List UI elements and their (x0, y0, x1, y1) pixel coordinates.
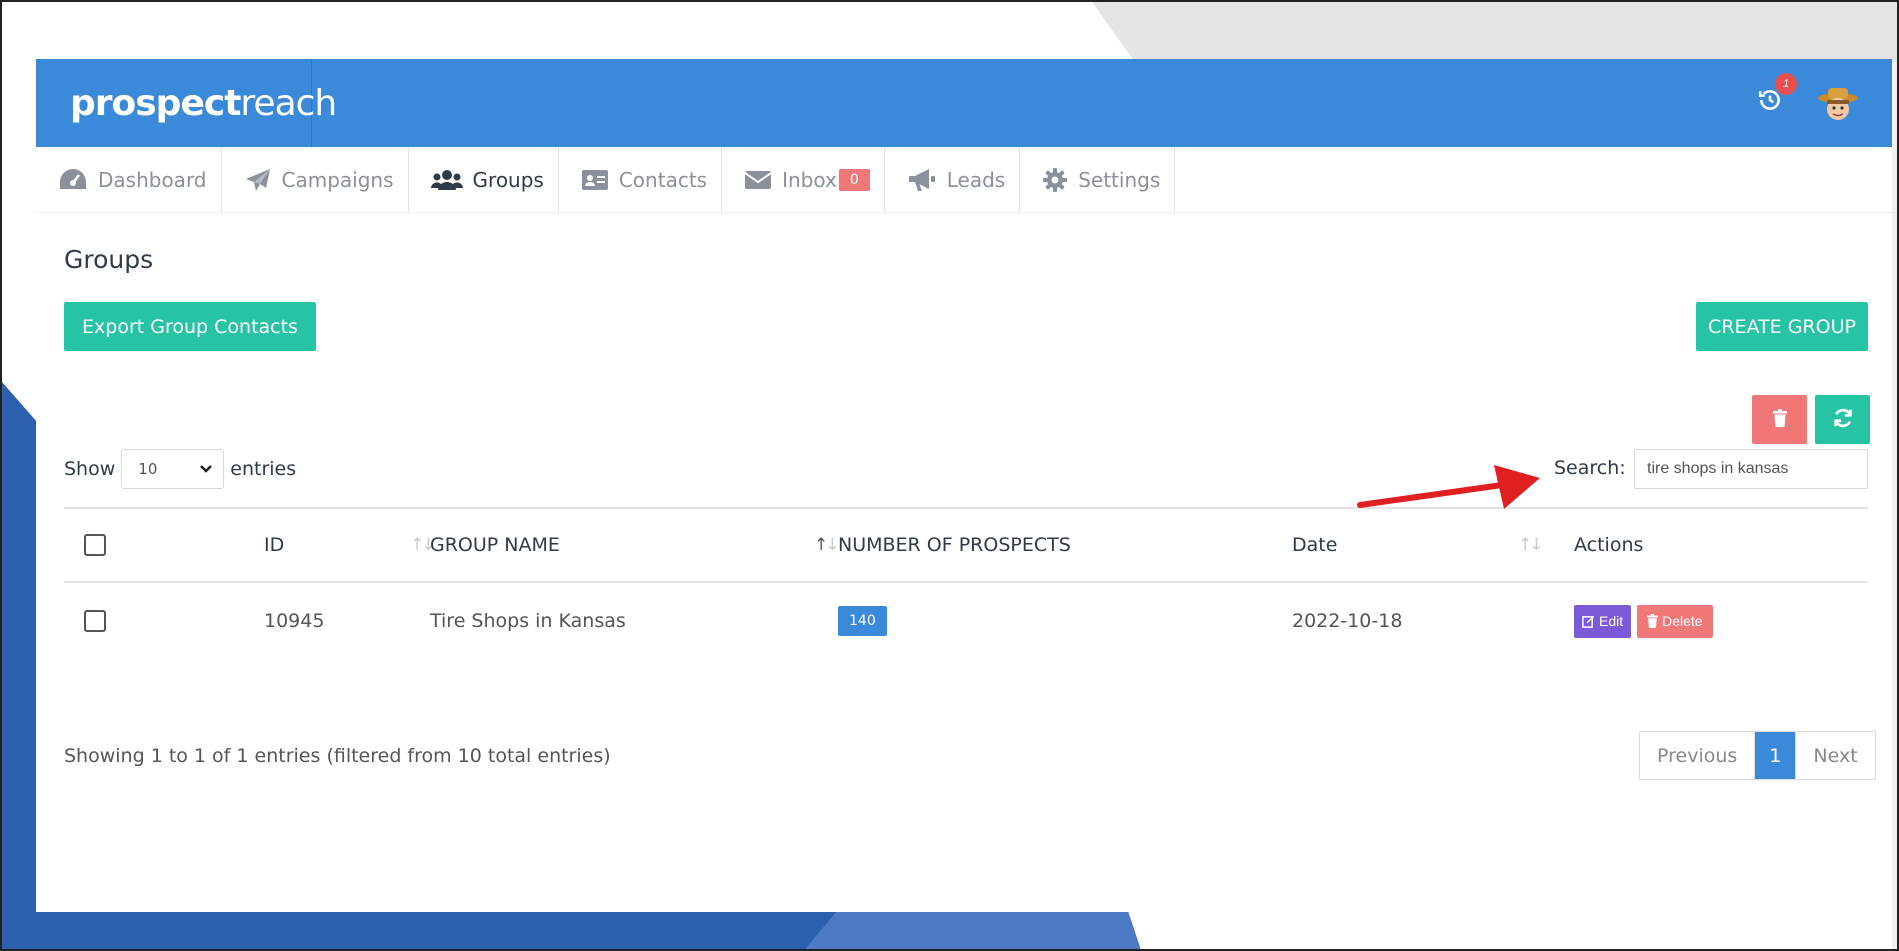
show-label: Show (64, 458, 116, 480)
column-header-actions: Actions (1574, 534, 1644, 556)
cell-id: 10945 (264, 610, 325, 632)
chevron-down-icon (200, 465, 213, 473)
previous-page-button[interactable]: Previous (1640, 732, 1756, 779)
nav-label: Dashboard (98, 168, 207, 192)
logo[interactable]: prospectreach (36, 59, 337, 147)
nav-item-inbox[interactable]: Inbox 0 (722, 147, 885, 213)
entries-length-control: Show 10 entries (64, 449, 296, 489)
export-group-contacts-button[interactable]: Export Group Contacts (64, 302, 316, 351)
delete-label: Delete (1662, 613, 1703, 629)
cell-date: 2022-10-18 (1292, 610, 1403, 632)
entries-select-value: 10 (138, 460, 158, 478)
delete-button[interactable]: Delete (1637, 604, 1713, 638)
edit-button[interactable]: Edit (1574, 604, 1632, 638)
entries-select[interactable]: 10 (121, 449, 225, 489)
nav-item-settings[interactable]: Settings (1020, 147, 1176, 213)
nav-label: Leads (946, 168, 1006, 192)
megaphone-icon (908, 169, 935, 191)
row-checkbox[interactable] (84, 610, 106, 632)
paper-plane-icon (245, 169, 270, 191)
column-header-prospects[interactable]: NUMBER OF PROSPECTS (838, 509, 1071, 581)
envelope-icon (744, 171, 772, 189)
select-all-checkbox[interactable] (84, 534, 106, 556)
groups-table: ID ↑↓ GROUP NAME ↑ ↓ NUMBER OF PROSPECTS … (64, 507, 1868, 659)
edit-label: Edit (1599, 613, 1624, 629)
nav-item-campaigns[interactable]: Campaigns (222, 147, 409, 213)
edit-icon (1582, 615, 1595, 628)
next-page-button[interactable]: Next (1796, 732, 1875, 779)
cell-prospects: 140 (838, 583, 887, 659)
nav-label: Inbox (782, 168, 837, 192)
cell-actions: Edit Delete (1574, 583, 1713, 659)
trash-icon (1772, 409, 1787, 427)
pagination: Previous 1 Next (1639, 731, 1876, 780)
nav-label: Settings (1078, 168, 1161, 192)
avatar[interactable] (1816, 84, 1860, 128)
annotation-arrow (1357, 465, 1540, 509)
screenshot-frame: prospectreach 1 Dashboard Campaigns Grou… (0, 0, 1899, 951)
nav-item-leads[interactable]: Leads (885, 147, 1021, 213)
nav-item-groups[interactable]: Groups (409, 147, 559, 213)
row-select-cell (84, 583, 106, 659)
refresh-button[interactable] (1815, 395, 1870, 444)
create-group-button[interactable]: CREATE GROUP (1696, 302, 1868, 351)
column-header-id[interactable]: ID (264, 509, 284, 581)
logo-text: prospectreach (70, 82, 337, 124)
table-header: ID ↑↓ GROUP NAME ↑ ↓ NUMBER OF PROSPECTS … (64, 507, 1868, 583)
nav-item-dashboard[interactable]: Dashboard (36, 147, 222, 213)
address-card-icon (581, 170, 608, 190)
background-shape (802, 912, 1142, 949)
sort-icon[interactable]: ↑↓ (814, 509, 840, 581)
cell-group-name: Tire Shops in Kansas (430, 610, 626, 632)
prospect-count-badge[interactable]: 140 (838, 606, 887, 636)
nav-label: Campaigns (281, 168, 394, 192)
dashboard-icon (60, 169, 86, 189)
users-icon (430, 170, 463, 190)
delete-selected-button[interactable] (1752, 395, 1807, 444)
sort-icon[interactable]: ↑↓ (1518, 509, 1543, 581)
table-info: Showing 1 to 1 of 1 entries (filtered fr… (64, 745, 611, 767)
select-all-cell (84, 509, 106, 581)
main-nav: Dashboard Campaigns Groups Contacts Inbo… (36, 147, 1892, 213)
top-bar: prospectreach 1 (36, 59, 1892, 147)
page-title: Groups (64, 245, 154, 274)
nav-label: Contacts (618, 168, 708, 192)
gear-icon (1043, 168, 1068, 192)
table-row: 10945 Tire Shops in Kansas 140 2022-10-1… (64, 583, 1868, 659)
column-header-group-name[interactable]: GROUP NAME (430, 509, 560, 581)
search-label: Search: (1554, 457, 1626, 479)
nav-item-contacts[interactable]: Contacts (559, 147, 723, 213)
trash-icon (1647, 614, 1659, 628)
app-window: prospectreach 1 Dashboard Campaigns Grou… (36, 59, 1892, 912)
entries-label: entries (230, 458, 297, 480)
inbox-count-badge: 0 (838, 169, 870, 191)
page-button-1[interactable]: 1 (1755, 732, 1797, 779)
notification-badge: 1 (1775, 73, 1797, 95)
search-input[interactable] (1634, 449, 1868, 489)
column-header-date[interactable]: Date (1292, 509, 1337, 581)
background-edge (1892, 62, 1897, 949)
nav-label: Groups (472, 168, 544, 192)
refresh-icon (1833, 408, 1852, 428)
